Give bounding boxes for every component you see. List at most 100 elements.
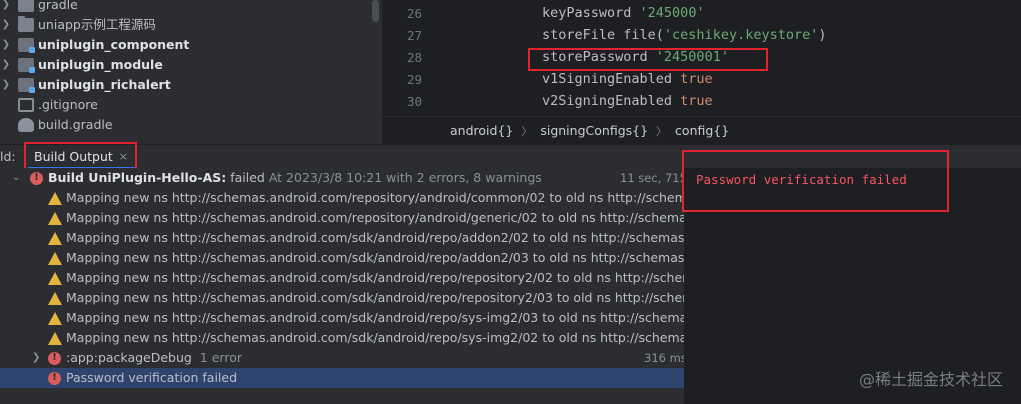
code-string: '245000' bbox=[639, 5, 705, 21]
tool-window-title: ld: bbox=[0, 149, 16, 164]
breadcrumb-item[interactable]: config{} bbox=[675, 123, 729, 138]
warning-text: Mapping new ns http://schemas.android.co… bbox=[66, 270, 684, 285]
build-status: failed bbox=[226, 170, 265, 185]
module-icon bbox=[18, 78, 35, 93]
breadcrumb-item[interactable]: android{} bbox=[450, 123, 513, 138]
tree-item-label: uniplugin_module bbox=[38, 57, 163, 72]
build-duration: 11 sec, 715 ms bbox=[620, 171, 684, 185]
build-detail: At 2023/3/8 10:21 with 2 errors, 8 warni… bbox=[264, 170, 542, 185]
breadcrumb-item[interactable]: signingConfigs{} bbox=[540, 123, 648, 138]
chevron-right-icon[interactable]: ❯ bbox=[0, 75, 12, 95]
build-root-node[interactable]: ⌄ Build UniPlugin-Hello-AS: failed At 20… bbox=[0, 168, 684, 188]
code-line[interactable]: v2SigningEnabled true bbox=[542, 93, 713, 109]
gitignore-file-icon bbox=[18, 98, 34, 112]
task-node[interactable]: ❯ :app:packageDebug 1 error 316 ms bbox=[0, 348, 684, 368]
task-text: :app:packageDebug 1 error bbox=[66, 348, 242, 368]
tree-item-label: build.gradle bbox=[38, 117, 113, 132]
warning-item[interactable]: Mapping new ns http://schemas.android.co… bbox=[0, 208, 684, 228]
warning-item[interactable]: Mapping new ns http://schemas.android.co… bbox=[0, 328, 684, 348]
chevron-right-icon[interactable]: ❯ bbox=[0, 15, 12, 35]
tree-item-label: uniapp示例工程源码 bbox=[38, 17, 156, 32]
warning-icon bbox=[48, 332, 62, 345]
warning-text: Mapping new ns http://schemas.android.co… bbox=[66, 290, 684, 305]
warning-item[interactable]: Mapping new ns http://schemas.android.co… bbox=[0, 308, 684, 328]
line-number: 30 bbox=[406, 94, 422, 109]
warning-icon bbox=[48, 252, 62, 265]
chevron-right-icon[interactable]: ❯ bbox=[0, 35, 12, 55]
code-keyword: true bbox=[680, 93, 713, 109]
chevron-down-icon[interactable]: ⌄ bbox=[12, 168, 20, 188]
warning-item[interactable]: Mapping new ns http://schemas.android.co… bbox=[0, 288, 684, 308]
line-number: 26 bbox=[406, 6, 422, 21]
warning-icon bbox=[48, 312, 62, 325]
line-number: 28 bbox=[406, 50, 422, 65]
tree-scrollbar[interactable] bbox=[372, 0, 379, 22]
folder-icon bbox=[18, 0, 34, 12]
annotation-highlight-box bbox=[24, 142, 137, 170]
chevron-right-icon[interactable]: ❯ bbox=[32, 348, 40, 368]
code-line[interactable]: v1SigningEnabled true bbox=[542, 71, 713, 87]
error-icon bbox=[48, 348, 61, 368]
task-name: :app:packageDebug bbox=[66, 350, 192, 365]
module-icon bbox=[18, 38, 35, 53]
build-root-text: Build UniPlugin-Hello-AS: failed At 2023… bbox=[48, 168, 542, 188]
tree-item-gradle[interactable]: ❯ gradle bbox=[0, 0, 78, 15]
warning-text: Mapping new ns http://schemas.android.co… bbox=[66, 230, 684, 245]
build-output-tree[interactable]: ⌄ Build UniPlugin-Hello-AS: failed At 20… bbox=[0, 168, 684, 404]
code-keyword: true bbox=[680, 71, 713, 87]
warning-item[interactable]: Mapping new ns http://schemas.android.co… bbox=[0, 188, 684, 208]
gradle-file-icon bbox=[18, 118, 34, 132]
task-error-count: 1 error bbox=[199, 350, 242, 365]
task-duration: 316 ms bbox=[644, 351, 684, 365]
tree-item-gitignore[interactable]: .gitignore bbox=[0, 95, 98, 115]
annotation-highlight-box bbox=[682, 150, 949, 212]
tree-item-uniplugin-module[interactable]: ❯ uniplugin_module bbox=[0, 55, 163, 75]
line-number: 29 bbox=[406, 72, 422, 87]
code-line[interactable]: keyPassword '245000' bbox=[542, 5, 705, 21]
tree-item-label: .gitignore bbox=[38, 97, 98, 112]
code-editor[interactable]: 26 27 28 29 30 keyPassword '245000' stor… bbox=[382, 0, 1021, 116]
chevron-right-icon: 〉 bbox=[656, 124, 668, 138]
error-item-selected[interactable]: Password verification failed bbox=[0, 368, 684, 388]
code-string: 'ceshikey.keystore' bbox=[663, 27, 819, 43]
tree-item-uniplugin-component[interactable]: ❯ uniplugin_component bbox=[0, 35, 189, 55]
error-text: Password verification failed bbox=[66, 370, 238, 385]
error-icon bbox=[30, 168, 43, 188]
chevron-right-icon: 〉 bbox=[521, 124, 533, 138]
warning-icon bbox=[48, 192, 62, 205]
chevron-right-icon[interactable]: ❯ bbox=[0, 55, 12, 75]
tree-item-build-gradle[interactable]: build.gradle bbox=[0, 115, 113, 135]
warning-icon bbox=[48, 292, 62, 305]
tree-item-label: uniplugin_component bbox=[38, 37, 190, 52]
watermark: @稀土掘金技术社区 bbox=[858, 370, 1003, 389]
tree-item-uniplugin-richalert[interactable]: ❯ uniplugin_richalert bbox=[0, 75, 171, 95]
warning-text: Mapping new ns http://schemas.android.co… bbox=[66, 330, 684, 345]
module-icon bbox=[18, 58, 35, 73]
code-text: keyPassword bbox=[542, 5, 640, 21]
tree-item-uniapp-source[interactable]: ❯ uniapp示例工程源码 bbox=[0, 15, 156, 35]
warning-text: Mapping new ns http://schemas.android.co… bbox=[66, 210, 684, 225]
line-gutter: 26 27 28 29 30 bbox=[382, 0, 434, 116]
warning-item[interactable]: Mapping new ns http://schemas.android.co… bbox=[0, 248, 684, 268]
warning-item[interactable]: Mapping new ns http://schemas.android.co… bbox=[0, 228, 684, 248]
code-line[interactable]: storeFile file('ceshikey.keystore') bbox=[542, 27, 827, 43]
warning-icon bbox=[48, 212, 62, 225]
tree-item-label: uniplugin_richalert bbox=[38, 77, 171, 92]
annotation-highlight-box bbox=[528, 48, 768, 71]
code-text: v1SigningEnabled bbox=[542, 71, 681, 87]
project-tree: ❯ gradle ❯ uniapp示例工程源码 ❯ uniplugin_comp… bbox=[0, 0, 382, 144]
warning-text: Mapping new ns http://schemas.android.co… bbox=[66, 250, 684, 265]
warning-text: Mapping new ns http://schemas.android.co… bbox=[66, 310, 684, 325]
warning-item[interactable]: Mapping new ns http://schemas.android.co… bbox=[0, 268, 684, 288]
warning-icon bbox=[48, 272, 62, 285]
warning-text: Mapping new ns http://schemas.android.co… bbox=[66, 190, 684, 205]
breadcrumb: android{} 〉 signingConfigs{} 〉 config{} bbox=[382, 116, 1021, 144]
error-icon bbox=[48, 368, 61, 388]
code-text: ) bbox=[818, 27, 827, 43]
line-number: 27 bbox=[406, 28, 422, 43]
build-name: Build UniPlugin-Hello-AS: bbox=[48, 170, 227, 185]
chevron-right-icon[interactable]: ❯ bbox=[0, 0, 12, 15]
folder-icon bbox=[18, 16, 34, 32]
tree-item-label: gradle bbox=[38, 0, 78, 12]
warning-icon bbox=[48, 232, 62, 245]
